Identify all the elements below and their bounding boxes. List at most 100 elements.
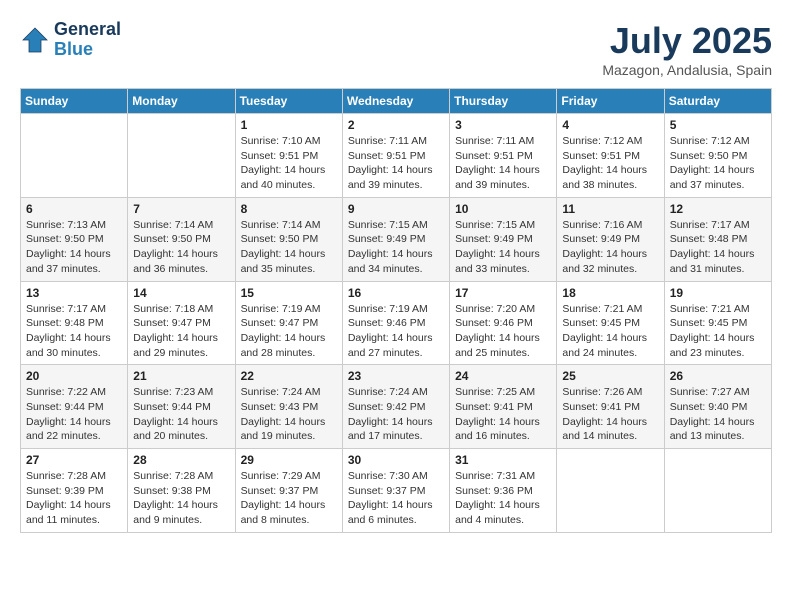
cell-info: Sunrise: 7:27 AMSunset: 9:40 PMDaylight:… xyxy=(670,385,766,444)
location: Mazagon, Andalusia, Spain xyxy=(602,62,772,78)
day-number: 22 xyxy=(241,369,337,383)
weekday-header-thursday: Thursday xyxy=(450,89,557,114)
page-header: General Blue July 2025 Mazagon, Andalusi… xyxy=(20,20,772,78)
cell-info: Sunrise: 7:30 AMSunset: 9:37 PMDaylight:… xyxy=(348,469,444,528)
cell-info: Sunrise: 7:22 AMSunset: 9:44 PMDaylight:… xyxy=(26,385,122,444)
calendar-cell: 15 Sunrise: 7:19 AMSunset: 9:47 PMDayligh… xyxy=(235,281,342,365)
weekday-header-tuesday: Tuesday xyxy=(235,89,342,114)
cell-info: Sunrise: 7:21 AMSunset: 9:45 PMDaylight:… xyxy=(670,302,766,361)
calendar-cell: 26 Sunrise: 7:27 AMSunset: 9:40 PMDayligh… xyxy=(664,365,771,449)
day-number: 19 xyxy=(670,286,766,300)
logo-icon xyxy=(20,25,50,55)
calendar-cell: 24 Sunrise: 7:25 AMSunset: 9:41 PMDayligh… xyxy=(450,365,557,449)
day-number: 24 xyxy=(455,369,551,383)
calendar-cell: 21 Sunrise: 7:23 AMSunset: 9:44 PMDayligh… xyxy=(128,365,235,449)
day-number: 21 xyxy=(133,369,229,383)
calendar-cell: 30 Sunrise: 7:30 AMSunset: 9:37 PMDayligh… xyxy=(342,449,449,533)
calendar-cell: 12 Sunrise: 7:17 AMSunset: 9:48 PMDayligh… xyxy=(664,197,771,281)
cell-info: Sunrise: 7:16 AMSunset: 9:49 PMDaylight:… xyxy=(562,218,658,277)
cell-info: Sunrise: 7:25 AMSunset: 9:41 PMDaylight:… xyxy=(455,385,551,444)
cell-info: Sunrise: 7:12 AMSunset: 9:51 PMDaylight:… xyxy=(562,134,658,193)
calendar-cell: 20 Sunrise: 7:22 AMSunset: 9:44 PMDayligh… xyxy=(21,365,128,449)
day-number: 1 xyxy=(241,118,337,132)
cell-info: Sunrise: 7:26 AMSunset: 9:41 PMDaylight:… xyxy=(562,385,658,444)
cell-info: Sunrise: 7:17 AMSunset: 9:48 PMDaylight:… xyxy=(670,218,766,277)
calendar-cell: 29Sunrise: 7:29 AMSunset: 9:37 PMDayligh… xyxy=(235,449,342,533)
calendar-cell: 2 Sunrise: 7:11 AMSunset: 9:51 PMDaylight… xyxy=(342,114,449,198)
title-block: July 2025 Mazagon, Andalusia, Spain xyxy=(602,20,772,78)
day-number: 18 xyxy=(562,286,658,300)
calendar-cell: 25 Sunrise: 7:26 AMSunset: 9:41 PMDayligh… xyxy=(557,365,664,449)
calendar-cell: 27Sunrise: 7:28 AMSunset: 9:39 PMDayligh… xyxy=(21,449,128,533)
day-number: 17 xyxy=(455,286,551,300)
day-number: 11 xyxy=(562,202,658,216)
calendar-cell: 8Sunrise: 7:14 AMSunset: 9:50 PMDaylight… xyxy=(235,197,342,281)
calendar-cell xyxy=(128,114,235,198)
day-number: 3 xyxy=(455,118,551,132)
day-number: 27 xyxy=(26,453,122,467)
cell-info: Sunrise: 7:21 AMSunset: 9:45 PMDaylight:… xyxy=(562,302,658,361)
day-number: 28 xyxy=(133,453,229,467)
calendar-cell: 4Sunrise: 7:12 AMSunset: 9:51 PMDaylight… xyxy=(557,114,664,198)
day-number: 14 xyxy=(133,286,229,300)
cell-info: Sunrise: 7:17 AMSunset: 9:48 PMDaylight:… xyxy=(26,302,122,361)
cell-info: Sunrise: 7:20 AMSunset: 9:46 PMDaylight:… xyxy=(455,302,551,361)
logo: General Blue xyxy=(20,20,121,60)
cell-info: Sunrise: 7:11 AMSunset: 9:51 PMDaylight:… xyxy=(455,134,551,193)
cell-info: Sunrise: 7:18 AMSunset: 9:47 PMDaylight:… xyxy=(133,302,229,361)
cell-info: Sunrise: 7:14 AMSunset: 9:50 PMDaylight:… xyxy=(133,218,229,277)
calendar-cell: 7 Sunrise: 7:14 AMSunset: 9:50 PMDaylight… xyxy=(128,197,235,281)
day-number: 12 xyxy=(670,202,766,216)
calendar-cell: 28 Sunrise: 7:28 AMSunset: 9:38 PMDayligh… xyxy=(128,449,235,533)
calendar-cell: 9 Sunrise: 7:15 AMSunset: 9:49 PMDaylight… xyxy=(342,197,449,281)
weekday-header-saturday: Saturday xyxy=(664,89,771,114)
cell-info: Sunrise: 7:12 AMSunset: 9:50 PMDaylight:… xyxy=(670,134,766,193)
calendar-cell xyxy=(557,449,664,533)
cell-info: Sunrise: 7:24 AMSunset: 9:42 PMDaylight:… xyxy=(348,385,444,444)
day-number: 2 xyxy=(348,118,444,132)
calendar-cell: 3 Sunrise: 7:11 AMSunset: 9:51 PMDaylight… xyxy=(450,114,557,198)
calendar-cell: 6 Sunrise: 7:13 AMSunset: 9:50 PMDaylight… xyxy=(21,197,128,281)
calendar-cell: 5Sunrise: 7:12 AMSunset: 9:50 PMDaylight… xyxy=(664,114,771,198)
day-number: 10 xyxy=(455,202,551,216)
day-number: 20 xyxy=(26,369,122,383)
calendar-cell: 1 Sunrise: 7:10 AMSunset: 9:51 PMDaylight… xyxy=(235,114,342,198)
calendar-cell: 19 Sunrise: 7:21 AMSunset: 9:45 PMDayligh… xyxy=(664,281,771,365)
calendar-cell: 11 Sunrise: 7:16 AMSunset: 9:49 PMDayligh… xyxy=(557,197,664,281)
day-number: 6 xyxy=(26,202,122,216)
day-number: 26 xyxy=(670,369,766,383)
day-number: 15 xyxy=(241,286,337,300)
weekday-header-monday: Monday xyxy=(128,89,235,114)
calendar-cell: 17 Sunrise: 7:20 AMSunset: 9:46 PMDayligh… xyxy=(450,281,557,365)
day-number: 25 xyxy=(562,369,658,383)
cell-info: Sunrise: 7:23 AMSunset: 9:44 PMDaylight:… xyxy=(133,385,229,444)
calendar-table: SundayMondayTuesdayWednesdayThursdayFrid… xyxy=(20,88,772,533)
month-year: July 2025 xyxy=(602,20,772,62)
day-number: 31 xyxy=(455,453,551,467)
calendar-cell: 16 Sunrise: 7:19 AMSunset: 9:46 PMDayligh… xyxy=(342,281,449,365)
cell-info: Sunrise: 7:19 AMSunset: 9:46 PMDaylight:… xyxy=(348,302,444,361)
calendar-cell xyxy=(21,114,128,198)
calendar-cell: 23Sunrise: 7:24 AMSunset: 9:42 PMDayligh… xyxy=(342,365,449,449)
cell-info: Sunrise: 7:28 AMSunset: 9:38 PMDaylight:… xyxy=(133,469,229,528)
cell-info: Sunrise: 7:15 AMSunset: 9:49 PMDaylight:… xyxy=(348,218,444,277)
weekday-header-friday: Friday xyxy=(557,89,664,114)
day-number: 16 xyxy=(348,286,444,300)
cell-info: Sunrise: 7:19 AMSunset: 9:47 PMDaylight:… xyxy=(241,302,337,361)
calendar-cell: 14 Sunrise: 7:18 AMSunset: 9:47 PMDayligh… xyxy=(128,281,235,365)
day-number: 30 xyxy=(348,453,444,467)
calendar-cell: 13Sunrise: 7:17 AMSunset: 9:48 PMDayligh… xyxy=(21,281,128,365)
cell-info: Sunrise: 7:15 AMSunset: 9:49 PMDaylight:… xyxy=(455,218,551,277)
cell-info: Sunrise: 7:14 AMSunset: 9:50 PMDaylight:… xyxy=(241,218,337,277)
calendar-cell xyxy=(664,449,771,533)
logo-text: General Blue xyxy=(54,20,121,60)
calendar-cell: 18 Sunrise: 7:21 AMSunset: 9:45 PMDayligh… xyxy=(557,281,664,365)
cell-info: Sunrise: 7:11 AMSunset: 9:51 PMDaylight:… xyxy=(348,134,444,193)
day-number: 9 xyxy=(348,202,444,216)
cell-info: Sunrise: 7:13 AMSunset: 9:50 PMDaylight:… xyxy=(26,218,122,277)
day-number: 7 xyxy=(133,202,229,216)
calendar-cell: 22 Sunrise: 7:24 AMSunset: 9:43 PMDayligh… xyxy=(235,365,342,449)
cell-info: Sunrise: 7:24 AMSunset: 9:43 PMDaylight:… xyxy=(241,385,337,444)
cell-info: Sunrise: 7:10 AMSunset: 9:51 PMDaylight:… xyxy=(241,134,337,193)
calendar-cell: 31Sunrise: 7:31 AMSunset: 9:36 PMDayligh… xyxy=(450,449,557,533)
